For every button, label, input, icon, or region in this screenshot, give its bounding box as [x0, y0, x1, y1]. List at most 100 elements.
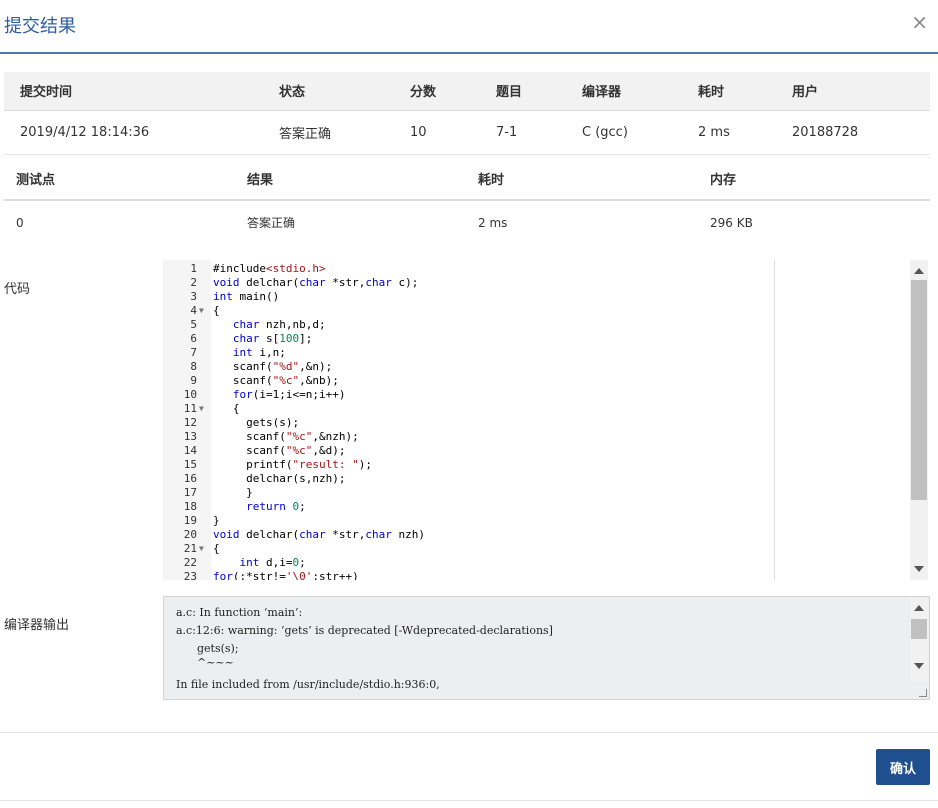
scroll-up-icon[interactable]	[914, 268, 924, 274]
compiler-output-textarea[interactable]: a.c: In function ‘main’: a.c:12:6: warnin…	[163, 596, 930, 700]
close-icon[interactable]: ×	[911, 12, 928, 32]
column-header-problem: 题目	[496, 85, 523, 101]
column-header-duration: 耗时	[698, 85, 725, 101]
code-line: 1 #include<stdio.h>	[163, 262, 773, 276]
fold-toggle-icon[interactable]: ▼	[199, 304, 204, 318]
code-text: char s[100];	[232, 332, 313, 345]
test-memory: 296 KB	[710, 215, 753, 230]
duration-value: 2 ms	[698, 124, 730, 140]
compiler-output-label: 编译器输出	[4, 618, 70, 633]
code-text: int i,n;	[232, 346, 286, 359]
column-header-time: 提交时间	[20, 85, 73, 101]
line-number: 22	[183, 556, 197, 569]
column-header-memory: 内存	[710, 173, 737, 188]
column-header-case-duration: 耗时	[478, 173, 505, 188]
code-text: }	[213, 486, 253, 499]
code-text: void delchar(char *str,char nzh)	[213, 528, 425, 541]
code-text: {	[213, 402, 240, 415]
line-number: 23	[183, 570, 197, 580]
code-line: 12 gets(s);	[163, 416, 773, 430]
code-text: return 0;	[246, 500, 306, 513]
code-line: 17 }	[163, 486, 773, 500]
line-number: 15	[183, 458, 197, 471]
resize-handle-icon[interactable]	[919, 689, 927, 697]
status-badge: 答案正确	[279, 126, 332, 142]
code-text: int main()	[213, 290, 280, 303]
line-number: 12	[183, 416, 197, 429]
submission-summary-table: 提交时间 状态 分数 题目 编译器 耗时 用户 2019/4/12 18:14:…	[4, 72, 930, 155]
code-text: }	[213, 514, 220, 527]
code-line: 8 scanf("%d",&n);	[163, 360, 773, 374]
footer-divider	[0, 732, 938, 733]
code-text: scanf("%c",&d);	[213, 444, 346, 457]
code-line: 16 delchar(s,nzh);	[163, 472, 773, 486]
code-line: 13 scanf("%c",&nzh);	[163, 430, 773, 444]
code-text: gets(s);	[213, 416, 300, 429]
column-header-test-point: 测试点	[16, 173, 56, 188]
scroll-down-icon[interactable]	[914, 566, 924, 572]
line-number: 13	[183, 430, 197, 443]
column-header-compiler: 编译器	[582, 85, 622, 101]
output-scrollbar[interactable]	[910, 597, 928, 681]
line-number: 3	[190, 290, 197, 303]
column-header-result: 结果	[247, 173, 274, 188]
problem-link[interactable]: 7-1	[480, 110, 566, 154]
table-row: 0 答案正确 2 ms 296 KB	[4, 200, 930, 244]
fold-toggle-icon[interactable]: ▼	[199, 542, 204, 556]
line-number: 8	[190, 360, 197, 373]
test-duration: 2 ms	[478, 215, 508, 230]
test-result: 答案正确	[247, 216, 296, 230]
table-header-row: 测试点 结果 耗时 内存	[4, 158, 930, 200]
code-line: 11 ▼ {	[163, 402, 773, 416]
output-line: In file included from /usr/include/stdio…	[176, 678, 440, 691]
code-line: 21 ▼ {	[163, 542, 773, 556]
output-line: gets(s);	[176, 642, 239, 655]
line-number: 6	[190, 332, 197, 345]
line-number: 21	[183, 542, 197, 555]
code-line: 18 return 0;	[163, 500, 773, 514]
code-label: 代码	[4, 282, 31, 297]
code-text: scanf("%c",&nzh);	[213, 430, 359, 443]
code-line: 4 ▼ {	[163, 304, 773, 318]
line-number: 19	[183, 514, 197, 527]
footer-bottom-divider	[0, 800, 938, 801]
code-text: delchar(s,nzh);	[213, 472, 346, 485]
code-text: int d,i=0;	[239, 556, 306, 569]
code-text: for(;*str!='\0';str++)	[213, 570, 359, 580]
scrollbar-thumb[interactable]	[911, 619, 927, 639]
code-text: scanf("%d",&n);	[213, 360, 333, 373]
table-header-row: 提交时间 状态 分数 题目 编译器 耗时 用户	[4, 72, 930, 110]
code-text: {	[213, 542, 220, 555]
line-number: 5	[190, 318, 197, 331]
fold-toggle-icon[interactable]: ▼	[199, 402, 204, 416]
output-line: a.c: In function ‘main’:	[176, 606, 303, 619]
line-number: 9	[190, 374, 197, 387]
line-number: 2	[190, 276, 197, 289]
output-line: a.c:12:6: warning: ‘gets’ is deprecated …	[176, 624, 553, 637]
line-number: 18	[183, 500, 197, 513]
code-scrollbar[interactable]	[910, 260, 928, 580]
code-line: 10 for(i=1;i<=n;i++)	[163, 388, 773, 402]
code-line: 15 printf("result: ");	[163, 458, 773, 472]
scroll-up-icon[interactable]	[914, 605, 924, 611]
line-number: 14	[183, 444, 197, 457]
output-line: ^~~~	[176, 656, 234, 669]
line-number: 1	[190, 262, 197, 275]
code-line: 23 for(;*str!='\0';str++)	[163, 570, 773, 580]
code-text: {	[213, 304, 220, 317]
scrollbar-thumb[interactable]	[911, 280, 927, 500]
code-text: #include<stdio.h>	[213, 262, 326, 275]
code-text: void delchar(char *str,char c);	[213, 276, 419, 289]
code-line: 22 int d,i=0;	[163, 556, 773, 570]
score-value: 10	[410, 124, 427, 140]
scroll-down-icon[interactable]	[914, 663, 924, 669]
column-header-score: 分数	[410, 85, 437, 101]
line-number: 16	[183, 472, 197, 485]
line-number: 4	[190, 304, 197, 317]
line-number: 17	[183, 486, 197, 499]
confirm-button[interactable]: 确认	[876, 749, 930, 785]
compiler-value: C (gcc)	[582, 124, 628, 140]
user-value: 20188728	[792, 124, 859, 140]
code-line: 20 void delchar(char *str,char nzh)	[163, 528, 773, 542]
code-editor[interactable]: 1 #include<stdio.h> 2 void delchar(char *st…	[163, 260, 775, 580]
